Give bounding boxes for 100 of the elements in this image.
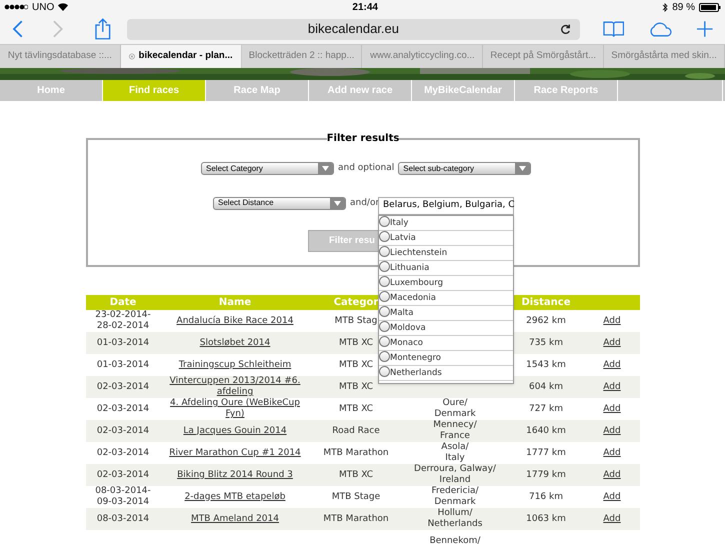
race-link[interactable]: MTB Ameland 2014	[191, 514, 279, 524]
distance-text: 735 km	[528, 338, 564, 348]
back-icon[interactable]	[12, 20, 24, 38]
address-bar[interactable]: bikecalendar.eu	[126, 18, 580, 40]
distance-select[interactable]: Select Distance	[213, 196, 346, 210]
distance-text: 604 km	[528, 382, 564, 392]
date-text: 01-03-2014	[96, 360, 150, 370]
distance-text: 2962 km	[526, 316, 566, 326]
country-option[interactable]: Macedonia	[379, 291, 513, 306]
signal-icon	[4, 4, 28, 10]
race-link[interactable]: 2-dages MTB etapeløb	[184, 492, 286, 502]
battery-percent: 89 %	[672, 0, 695, 14]
checkbox[interactable]	[379, 261, 390, 272]
column-header: Date	[86, 295, 160, 310]
category-text: MTB Stage	[332, 492, 380, 502]
add-link[interactable]: Add	[603, 404, 621, 414]
add-link[interactable]: Add	[603, 448, 621, 458]
add-link[interactable]: Add	[603, 338, 621, 348]
clock-time: 21:44	[352, 0, 378, 14]
category-select[interactable]: Select Category	[201, 162, 334, 176]
race-link[interactable]: Trainingscup Schleitheim	[178, 360, 292, 370]
cloud-icon[interactable]	[648, 21, 674, 37]
checkbox[interactable]	[379, 321, 390, 332]
category-text: MTB Stag	[334, 316, 378, 326]
location-text: Fredericia/ Denmark	[431, 486, 478, 507]
race-link[interactable]: Andalucía Bike Race 2014	[176, 316, 294, 326]
race-link[interactable]: River Marathon Cup #1 2014	[169, 448, 301, 458]
date-text: 02-03-2014	[96, 382, 150, 392]
location-text: Asola/ Italy	[441, 442, 469, 463]
category-text: MTB Marathon	[323, 514, 389, 524]
date-text: 08-03-2014- 09-03-2014	[95, 486, 151, 507]
date-text: 02-03-2014	[96, 426, 150, 436]
distance-text: 1779 km	[526, 470, 566, 480]
battery-icon	[698, 2, 721, 12]
caret-icon	[334, 200, 341, 206]
country-option[interactable]: Latvia	[379, 231, 513, 246]
distance-text: 1543 km	[526, 360, 566, 370]
distance-text: 1777 km	[526, 448, 566, 458]
close-icon[interactable]	[128, 52, 135, 61]
category-text: MTB XC	[338, 404, 374, 414]
checkbox[interactable]	[379, 276, 390, 287]
checkbox[interactable]	[379, 231, 390, 242]
date-text: 02-03-2014	[96, 404, 150, 414]
country-option[interactable]: Italy	[379, 216, 513, 231]
race-link[interactable]: Slotsløbet 2014	[200, 338, 270, 348]
connector-text: and/or	[350, 196, 380, 210]
checkbox[interactable]	[379, 351, 390, 362]
add-link[interactable]: Add	[603, 470, 621, 480]
category-text: MTB XC	[338, 470, 374, 480]
country-option[interactable]: Lithuania	[379, 261, 513, 276]
location-text: Oure/ Denmark	[434, 398, 476, 419]
distance-text: 716 km	[528, 492, 564, 502]
race-link[interactable]: 4. Afdeling Oure (WeBikeCup Fyn)	[160, 398, 310, 420]
checkbox[interactable]	[379, 216, 390, 227]
date-text: 02-03-2014	[96, 448, 150, 458]
wifi-icon	[58, 3, 68, 11]
carrier-name: UNO	[32, 0, 54, 14]
checkbox[interactable]	[379, 246, 390, 257]
add-link[interactable]: Add	[603, 360, 621, 370]
country-option[interactable]: Monaco	[379, 336, 513, 351]
checkbox[interactable]	[379, 291, 390, 302]
book-icon[interactable]	[602, 20, 624, 38]
add-link[interactable]: Add	[603, 514, 621, 524]
share-icon[interactable]	[95, 18, 111, 40]
bluetooth-icon	[662, 2, 668, 12]
checkbox[interactable]	[379, 366, 390, 377]
header-cell	[584, 295, 640, 310]
race-link[interactable]: Biking Blitz 2014 Round 3	[177, 470, 293, 480]
date-text: 01-03-2014	[96, 338, 150, 348]
checkbox[interactable]	[379, 336, 390, 347]
add-tab-icon[interactable]	[697, 21, 714, 37]
reload-icon[interactable]	[560, 24, 571, 34]
column-header: Name	[160, 295, 310, 310]
date-text: 08-03-2014	[96, 514, 150, 524]
location-text: Hollum/ Netherlands	[428, 508, 482, 529]
country-option[interactable]: Malta	[379, 306, 513, 321]
country-option[interactable]: Netherlands	[379, 366, 513, 381]
country-option[interactable]: Montenegro	[379, 351, 513, 366]
distance-text: 1063 km	[526, 514, 566, 524]
country-option[interactable]: Luxembourg	[379, 276, 513, 291]
checkbox[interactable]	[379, 306, 390, 317]
add-link[interactable]: Add	[603, 316, 621, 326]
location-text: Bennekom/	[430, 536, 480, 544]
location-text: Derroura, Galway/ Ireland	[414, 464, 496, 485]
country-option[interactable]: Liechtenstein	[379, 246, 513, 261]
connector-text: and optional	[338, 162, 394, 175]
race-link[interactable]: Vintercuppen 2013/2014 #6. afdeling	[160, 376, 310, 398]
country-option[interactable]: Moldova	[379, 321, 513, 336]
category-text: Road Race	[332, 426, 380, 436]
category-text: MTB XC	[338, 382, 374, 392]
add-link[interactable]: Add	[603, 426, 621, 436]
subcategory-select[interactable]: Select sub-category	[398, 162, 532, 176]
add-link[interactable]: Add	[603, 492, 621, 502]
category-text: MTB Marathon	[323, 448, 389, 458]
race-link[interactable]: La Jacques Gouin 2014	[183, 426, 287, 436]
category-text: MTB XC	[338, 338, 374, 348]
distance-text: 1640 km	[526, 426, 566, 436]
add-link[interactable]: Add	[603, 382, 621, 392]
country-select[interactable]: Belarus, Belgium, Bulgaria, C	[378, 197, 514, 215]
location-text: Mennecy/ France	[433, 420, 477, 441]
